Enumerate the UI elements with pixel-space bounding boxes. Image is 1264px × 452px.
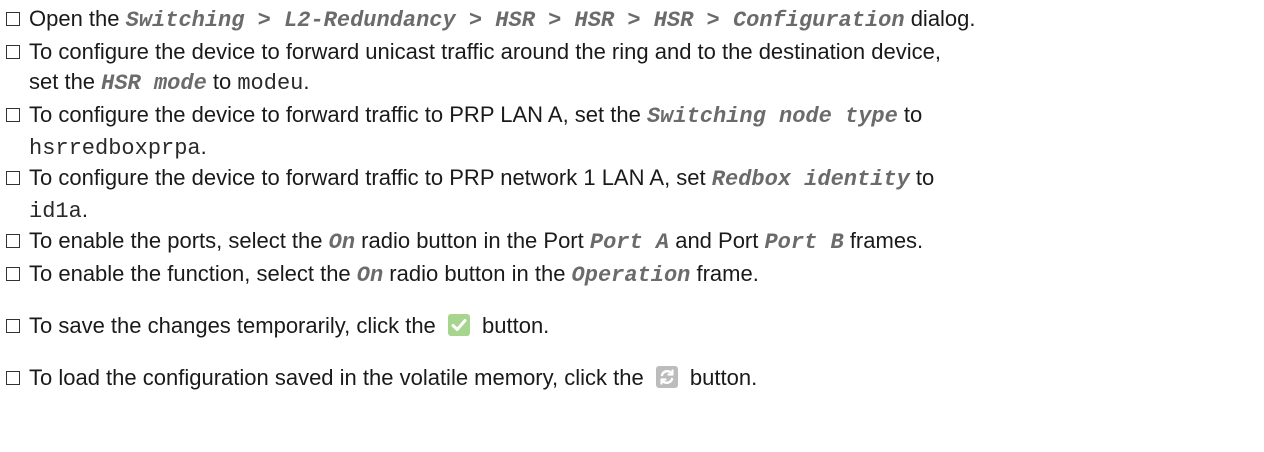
step-load-configuration: To load the configuration saved in the v… xyxy=(6,363,757,393)
step-checkbox[interactable] xyxy=(6,12,20,26)
step-checkbox[interactable] xyxy=(6,371,20,385)
frame-operation: Operation xyxy=(571,263,691,288)
frame-port-a: Port A xyxy=(589,230,670,255)
step-open-dialog: Open the Switching > L2-Redundancy > HSR… xyxy=(6,4,976,36)
step-text: To enable the function, select the On ra… xyxy=(29,261,759,288)
step-checkbox[interactable] xyxy=(6,319,20,333)
step-text: To configure the device to forward unica… xyxy=(29,39,941,96)
reload-icon[interactable] xyxy=(655,366,678,389)
step-checkbox[interactable] xyxy=(6,171,20,185)
step-enable-ports: To enable the ports, select the On radio… xyxy=(6,226,923,258)
radio-label-on: On xyxy=(356,263,384,288)
menu-path: Switching > L2-Redundancy > HSR > HSR > … xyxy=(125,8,905,33)
step-text: To load the configuration saved in the v… xyxy=(29,365,758,390)
step-checkbox[interactable] xyxy=(6,45,20,59)
step-checkbox[interactable] xyxy=(6,234,20,248)
step-redbox-identity: To configure the device to forward traff… xyxy=(6,163,934,227)
step-save-changes: To save the changes temporarily, click t… xyxy=(6,311,549,341)
step-text: To save the changes temporarily, click t… xyxy=(29,313,550,338)
step-text: To enable the ports, select the On radio… xyxy=(29,228,924,255)
step-text: Open the Switching > L2-Redundancy > HSR… xyxy=(29,6,976,33)
step-switching-node-type: To configure the device to forward traff… xyxy=(6,100,922,164)
value-id1a: id1a xyxy=(29,199,82,224)
field-redbox-identity: Redbox identity xyxy=(711,167,910,192)
frame-port-b: Port B xyxy=(764,230,844,255)
step-hsr-mode: To configure the device to forward unica… xyxy=(6,37,941,99)
field-hsr-mode: HSR mode xyxy=(101,71,207,96)
radio-label-on: On xyxy=(328,230,356,255)
instruction-list: Open the Switching > L2-Redundancy > HSR… xyxy=(0,0,1264,452)
step-checkbox[interactable] xyxy=(6,267,20,281)
field-switching-node-type: Switching node type xyxy=(646,104,898,129)
checkmark-icon[interactable] xyxy=(447,314,470,337)
step-enable-function: To enable the function, select the On ra… xyxy=(6,259,759,291)
step-text: To configure the device to forward traff… xyxy=(29,165,935,224)
step-checkbox[interactable] xyxy=(6,108,20,122)
step-text: To configure the device to forward traff… xyxy=(29,102,923,161)
value-hsrredboxprpa: hsrredboxprpa xyxy=(29,136,201,161)
value-modeu: modeu xyxy=(237,71,304,96)
